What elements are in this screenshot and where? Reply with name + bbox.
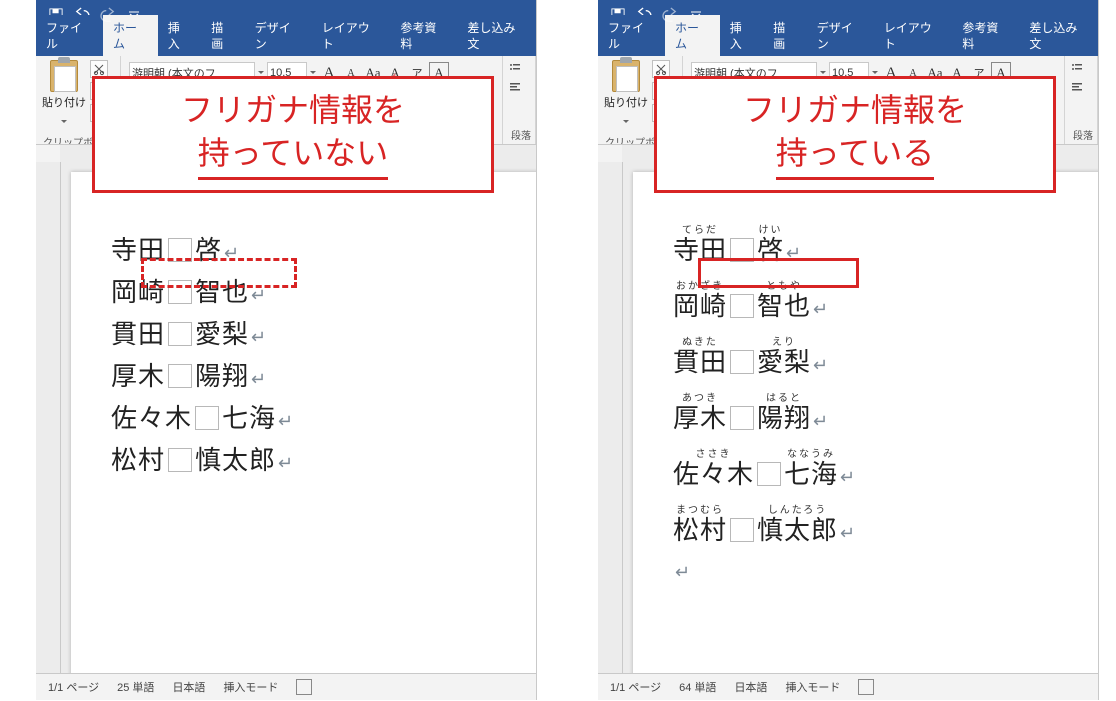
tab-insert[interactable]: 挿入 — [158, 15, 201, 56]
tab-layout[interactable]: レイアウト — [312, 15, 391, 56]
tab-draw[interactable]: 描画 — [763, 15, 806, 56]
fullwidth-space-icon — [195, 406, 219, 430]
ribbon-tabs: ファイル ホーム 挿入 描画 デザイン レイアウト 参考資料 差し込み文 — [598, 30, 1098, 56]
status-bar: 1/1 ページ 64 単語 日本語 挿入モード — [598, 673, 1098, 700]
tab-insert[interactable]: 挿入 — [720, 15, 763, 56]
tab-design[interactable]: デザイン — [807, 15, 874, 56]
tab-references[interactable]: 参考資料 — [952, 15, 1019, 56]
annotation-dashed-highlight — [141, 258, 297, 288]
return-icon: ↵ — [813, 355, 828, 376]
tab-layout[interactable]: レイアウト — [874, 15, 953, 56]
return-icon: ↵ — [840, 467, 855, 488]
annotation-line2: 持っている — [776, 132, 934, 180]
return-icon: ↵ — [840, 523, 855, 544]
annotation-line1: フリガナ情報を — [181, 92, 405, 128]
status-page[interactable]: 1/1 ページ — [48, 679, 99, 695]
annotation-line1: フリガナ情報を — [743, 92, 967, 128]
text-line: まつむら松村しんたろう慎太郎↵ — [673, 506, 1093, 544]
status-language[interactable]: 日本語 — [734, 679, 767, 695]
bullets-icon[interactable] — [1069, 60, 1085, 76]
ruler-vertical — [598, 162, 623, 674]
word-window-left: ファイル ホーム 挿入 描画 デザイン レイアウト 参考資料 差し込み文 貼り付… — [36, 0, 537, 700]
status-mode[interactable]: 挿入モード — [785, 679, 840, 695]
document-scroll[interactable]: てらだ寺田けい啓↵ おかざき岡崎ともや智也↵ ぬきた貫田えり愛梨↵ あつき厚木は… — [61, 162, 536, 674]
fullwidth-space-icon — [168, 322, 192, 346]
macro-record-icon[interactable] — [858, 679, 874, 695]
redo-icon[interactable] — [98, 5, 118, 25]
macro-record-icon[interactable] — [296, 679, 312, 695]
return-icon: ↵ — [813, 411, 828, 432]
paragraph-group: 段落 — [1065, 56, 1098, 144]
text-line: ささき佐々木ななうみ七海↵ — [673, 450, 1093, 488]
fullwidth-space-icon — [730, 518, 754, 542]
paste-button[interactable]: 貼り付け — [604, 60, 648, 132]
fullwidth-space-icon — [168, 364, 192, 388]
word-window-right: ファイル ホーム 挿入 描画 デザイン レイアウト 参考資料 差し込み文 貼り付… — [598, 0, 1099, 700]
fullwidth-space-icon — [730, 406, 754, 430]
tab-mailings[interactable]: 差し込み文 — [1019, 15, 1098, 56]
fullwidth-space-icon — [757, 462, 781, 486]
align-icon[interactable] — [1069, 79, 1085, 95]
chevron-down-icon[interactable] — [622, 112, 630, 132]
return-icon: ↵ — [813, 299, 828, 320]
chevron-down-icon[interactable] — [60, 112, 68, 132]
paste-button[interactable]: 貼り付け — [42, 60, 86, 132]
text-line: ささき佐々木ななうみ七海↵ — [111, 406, 531, 432]
document-page[interactable]: てらだ寺田けい啓↵ おかざき岡崎ともや智也↵ ぬきた貫田えり愛梨↵ あつき厚木は… — [633, 172, 1098, 674]
ribbon-tabs: ファイル ホーム 挿入 描画 デザイン レイアウト 参考資料 差し込み文 — [36, 30, 536, 56]
annotation-line2: 持っていない — [198, 132, 388, 180]
tab-design[interactable]: デザイン — [245, 15, 312, 56]
text-line: あつき厚木はると陽翔↵ — [673, 394, 1093, 432]
status-word-count[interactable]: 64 単語 — [679, 679, 716, 695]
paste-label: 貼り付け — [604, 94, 648, 110]
bullets-icon[interactable] — [507, 60, 523, 76]
status-page[interactable]: 1/1 ページ — [610, 679, 661, 695]
fullwidth-space-icon — [730, 294, 754, 318]
return-icon: ↵ — [278, 411, 293, 432]
status-mode[interactable]: 挿入モード — [223, 679, 278, 695]
status-word-count[interactable]: 25 単語 — [117, 679, 154, 695]
paragraph-group: 段落 — [503, 56, 536, 144]
tab-references[interactable]: 参考資料 — [390, 15, 457, 56]
text-line: ぬきた貫田えり愛梨↵ — [111, 322, 531, 348]
tab-mailings[interactable]: 差し込み文 — [457, 15, 536, 56]
tab-file[interactable]: ファイル — [598, 15, 665, 56]
status-language[interactable]: 日本語 — [172, 679, 205, 695]
paste-label: 貼り付け — [42, 94, 86, 110]
status-bar: 1/1 ページ 25 単語 日本語 挿入モード — [36, 673, 536, 700]
return-icon: ↵ — [251, 369, 266, 390]
annotation-solid-highlight — [698, 258, 859, 288]
annotation-box-left: フリガナ情報を 持っていない — [92, 76, 494, 193]
tab-draw[interactable]: 描画 — [201, 15, 244, 56]
text-line: ぬきた貫田えり愛梨↵ — [673, 338, 1093, 376]
return-icon: ↵ — [251, 285, 266, 306]
document-scroll[interactable]: てらだ寺田けい啓↵ おかざき岡崎ともや智也↵ ぬきた貫田えり愛梨↵ あつき厚木は… — [623, 162, 1098, 674]
fullwidth-space-icon — [730, 350, 754, 374]
document-area: てらだ寺田けい啓↵ おかざき岡崎ともや智也↵ ぬきた貫田えり愛梨↵ あつき厚木は… — [598, 162, 1098, 674]
redo-icon[interactable] — [660, 5, 680, 25]
return-icon: ↵ — [251, 327, 266, 348]
ruler-vertical — [36, 162, 61, 674]
document-page[interactable]: てらだ寺田けい啓↵ おかざき岡崎ともや智也↵ ぬきた貫田えり愛梨↵ あつき厚木は… — [71, 172, 536, 674]
paragraph-group-label: 段落 — [507, 127, 535, 142]
text-line: まつむら松村しんたろう慎太郎↵ — [111, 448, 531, 474]
text-line: あつき厚木はると陽翔↵ — [111, 364, 531, 390]
return-icon: ↵ — [675, 562, 690, 583]
paragraph-group-label: 段落 — [1069, 127, 1097, 142]
annotation-box-right: フリガナ情報を 持っている — [654, 76, 1056, 193]
tab-file[interactable]: ファイル — [36, 15, 103, 56]
return-icon: ↵ — [278, 453, 293, 474]
document-area: てらだ寺田けい啓↵ おかざき岡崎ともや智也↵ ぬきた貫田えり愛梨↵ あつき厚木は… — [36, 162, 536, 674]
align-icon[interactable] — [507, 79, 523, 95]
fullwidth-space-icon — [168, 448, 192, 472]
text-line: ↵ — [673, 562, 1093, 583]
